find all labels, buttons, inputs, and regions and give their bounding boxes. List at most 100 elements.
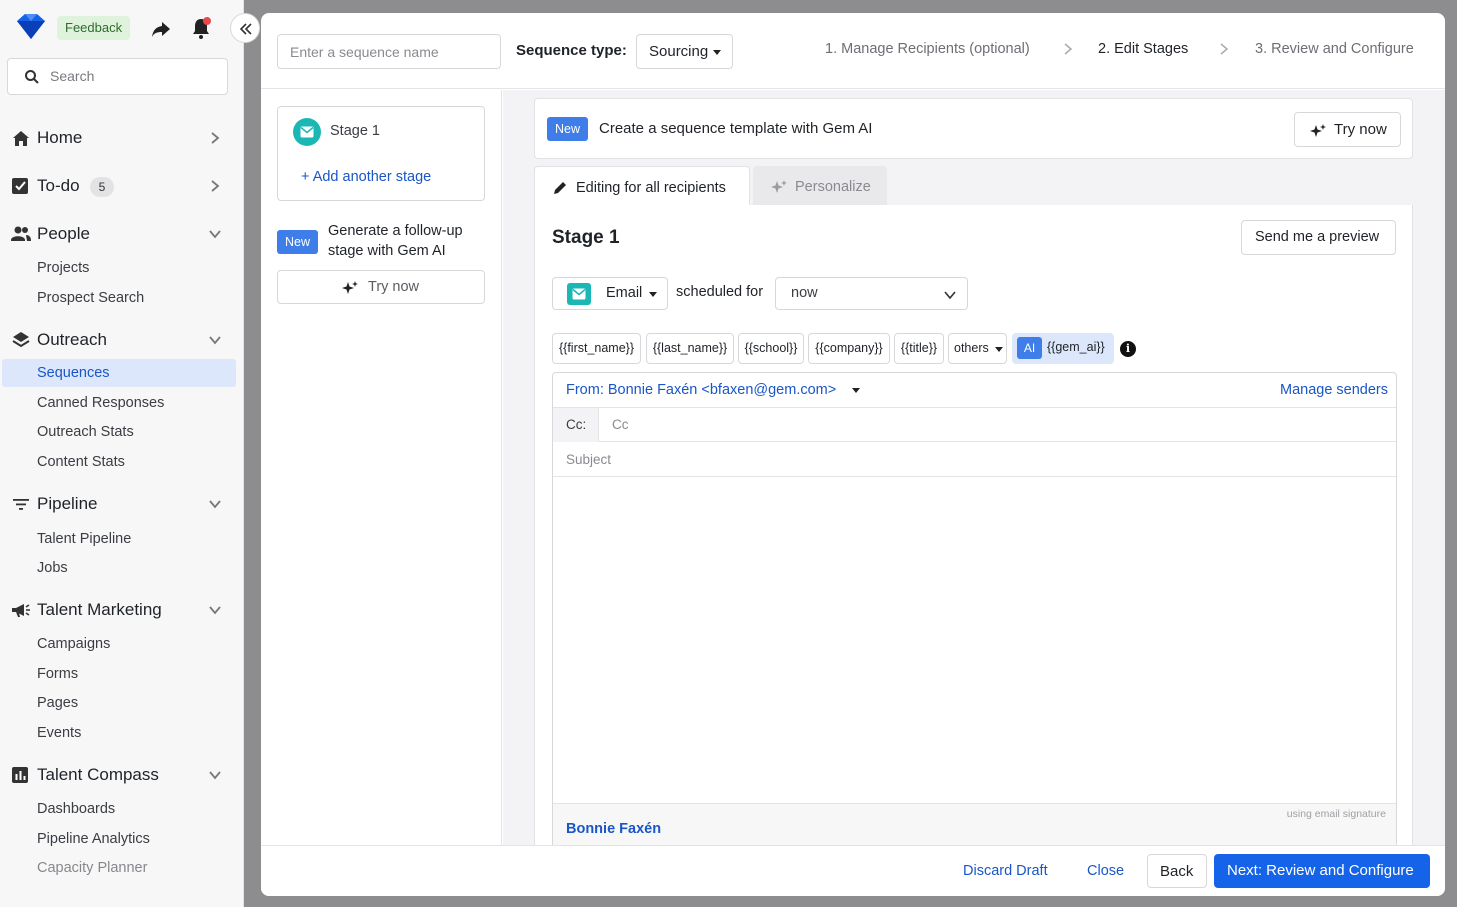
share-icon[interactable]: [150, 18, 172, 40]
nav-campaigns-label: Campaigns: [37, 636, 111, 652]
try-now-followup-label: Try now: [368, 279, 420, 295]
nav-projects[interactable]: Projects: [0, 254, 243, 282]
nav-outreach[interactable]: Outreach: [0, 323, 243, 357]
sparkle-icon: [1310, 124, 1326, 137]
tab-personalize[interactable]: Personalize: [753, 166, 887, 206]
from-sender-select[interactable]: From: Bonnie Faxén <bfaxen@gem.com>: [566, 382, 836, 398]
token-others-dropdown[interactable]: others: [948, 333, 1007, 364]
token-gem-ai[interactable]: AI {{gem_ai}}: [1012, 333, 1114, 364]
chevron-down-icon: [209, 771, 221, 780]
nav-capacity-planner-label: Capacity Planner: [37, 860, 148, 876]
collapse-sidebar-button[interactable]: [230, 13, 260, 43]
try-now-template-button[interactable]: Try now: [1294, 112, 1401, 147]
nav-pages[interactable]: Pages: [0, 689, 243, 717]
nav-content-stats[interactable]: Content Stats: [0, 448, 243, 476]
mail-icon: [300, 126, 314, 138]
close-button[interactable]: Close: [1087, 863, 1124, 879]
nav-canned-responses[interactable]: Canned Responses: [0, 389, 243, 417]
nav-todo[interactable]: To-do 5: [0, 169, 243, 203]
stage-1-label: Stage 1: [330, 123, 380, 139]
nav-outreach-stats[interactable]: Outreach Stats: [0, 418, 243, 446]
send-preview-button[interactable]: Send me a preview: [1241, 220, 1396, 255]
nav-dashboards[interactable]: Dashboards: [0, 795, 243, 823]
sparkle-icon: [771, 180, 787, 193]
nav-capacity-planner[interactable]: Capacity Planner: [0, 854, 243, 882]
email-body-editor[interactable]: [553, 478, 1396, 803]
generate-follow-up-text: Generate a follow-up stage with Gem AI: [328, 223, 463, 259]
nav-talent-pipeline[interactable]: Talent Pipeline: [0, 525, 243, 553]
stage-editor-card: Stage 1 Send me a preview Email schedule…: [534, 205, 1413, 865]
search-input[interactable]: Search: [7, 58, 228, 95]
megaphone-icon: [12, 604, 30, 617]
sidebar: Feedback Search Home To-do 5 People Proj…: [0, 0, 244, 907]
step-review-configure[interactable]: 3. Review and Configure: [1255, 41, 1414, 57]
tab-editing-all[interactable]: Editing for all recipients: [534, 166, 750, 206]
sequence-type-select[interactable]: Sourcing: [636, 34, 733, 69]
stages-column: Stage 1 + Add another stage New Generate…: [261, 90, 502, 845]
sequence-name-placeholder: Enter a sequence name: [290, 44, 439, 60]
nav-sequences[interactable]: Sequences: [2, 359, 236, 387]
add-another-stage-link[interactable]: + Add another stage: [301, 169, 431, 185]
nav-home[interactable]: Home: [0, 121, 243, 155]
nav-campaigns[interactable]: Campaigns: [0, 630, 243, 658]
nav-pipeline[interactable]: Pipeline: [0, 487, 243, 521]
nav-events[interactable]: Events: [0, 719, 243, 747]
nav-pages-label: Pages: [37, 695, 79, 711]
back-button[interactable]: Back: [1147, 854, 1207, 888]
nav-pipeline-analytics[interactable]: Pipeline Analytics: [0, 825, 243, 853]
stage-1-card[interactable]: Stage 1 + Add another stage: [277, 106, 485, 201]
search-icon: [25, 70, 39, 84]
from-sender-label: From: Bonnie Faxén <bfaxen@gem.com>: [566, 382, 837, 398]
tab-personalize-label: Personalize: [795, 179, 871, 195]
nav-people[interactable]: People: [0, 217, 243, 251]
try-now-followup-button[interactable]: Try now: [277, 270, 485, 304]
feedback-button[interactable]: Feedback: [57, 16, 131, 40]
ai-badge: AI: [1017, 337, 1042, 359]
gem-logo-icon[interactable]: [14, 12, 48, 42]
nav-talent-marketing[interactable]: Talent Marketing: [0, 593, 243, 627]
token-gem-ai-label: {{gem_ai}}: [1047, 340, 1105, 354]
subject-input[interactable]: Subject: [553, 442, 1396, 477]
schedule-time-select[interactable]: now: [775, 277, 968, 310]
from-row: From: Bonnie Faxén <bfaxen@gem.com> Mana…: [553, 373, 1396, 408]
token-title[interactable]: {{title}}: [894, 333, 944, 364]
todo-count-badge: 5: [90, 177, 114, 197]
manage-senders-link[interactable]: Manage senders: [1280, 382, 1388, 398]
discard-draft-button[interactable]: Discard Draft: [963, 863, 1048, 879]
nav-jobs-label: Jobs: [37, 560, 68, 576]
nav-forms[interactable]: Forms: [0, 660, 243, 688]
info-icon[interactable]: i: [1120, 341, 1136, 357]
nav-outreach-stats-label: Outreach Stats: [37, 424, 134, 440]
new-badge: New: [547, 117, 589, 141]
back-label: Back: [1160, 863, 1194, 880]
mail-icon: [572, 288, 586, 300]
nav-jobs[interactable]: Jobs: [0, 554, 243, 582]
nav-pipeline-analytics-label: Pipeline Analytics: [37, 831, 150, 847]
cc-input[interactable]: Cc: [612, 417, 629, 432]
signature-name: Bonnie Faxén: [566, 821, 662, 837]
gem-ai-banner: New Create a sequence template with Gem …: [534, 98, 1413, 159]
token-others-label: others: [954, 341, 989, 355]
chevron-right-icon: [211, 132, 220, 144]
nav-talent-compass[interactable]: Talent Compass: [0, 758, 243, 792]
chevron-right-icon: [1064, 43, 1073, 55]
notification-bell-icon[interactable]: [190, 16, 212, 40]
nav-projects-label: Projects: [37, 260, 90, 276]
token-first-name[interactable]: {{first_name}}: [552, 333, 641, 364]
sequence-editor-panel: Enter a sequence name Sequence type: Sou…: [261, 13, 1445, 896]
channel-select[interactable]: Email: [552, 277, 668, 310]
token-company[interactable]: {{company}}: [808, 333, 890, 364]
step-edit-stages[interactable]: 2. Edit Stages: [1098, 41, 1188, 57]
sequence-name-input[interactable]: Enter a sequence name: [277, 34, 501, 69]
cc-row: Cc: Cc: [553, 408, 1396, 442]
token-last-name[interactable]: {{last_name}}: [646, 333, 734, 364]
nav-home-label: Home: [37, 128, 83, 147]
chevron-down-icon: [209, 230, 221, 239]
tab-editing-all-label: Editing for all recipients: [576, 180, 726, 196]
step-manage-recipients[interactable]: 1. Manage Recipients (optional): [825, 41, 1030, 57]
nav-prospect-search[interactable]: Prospect Search: [0, 284, 243, 312]
next-review-configure-button[interactable]: Next: Review and Configure: [1214, 854, 1430, 888]
email-stage-badge: [293, 118, 321, 146]
nav-todo-label: To-do: [37, 176, 80, 195]
token-school[interactable]: {{school}}: [738, 333, 804, 364]
